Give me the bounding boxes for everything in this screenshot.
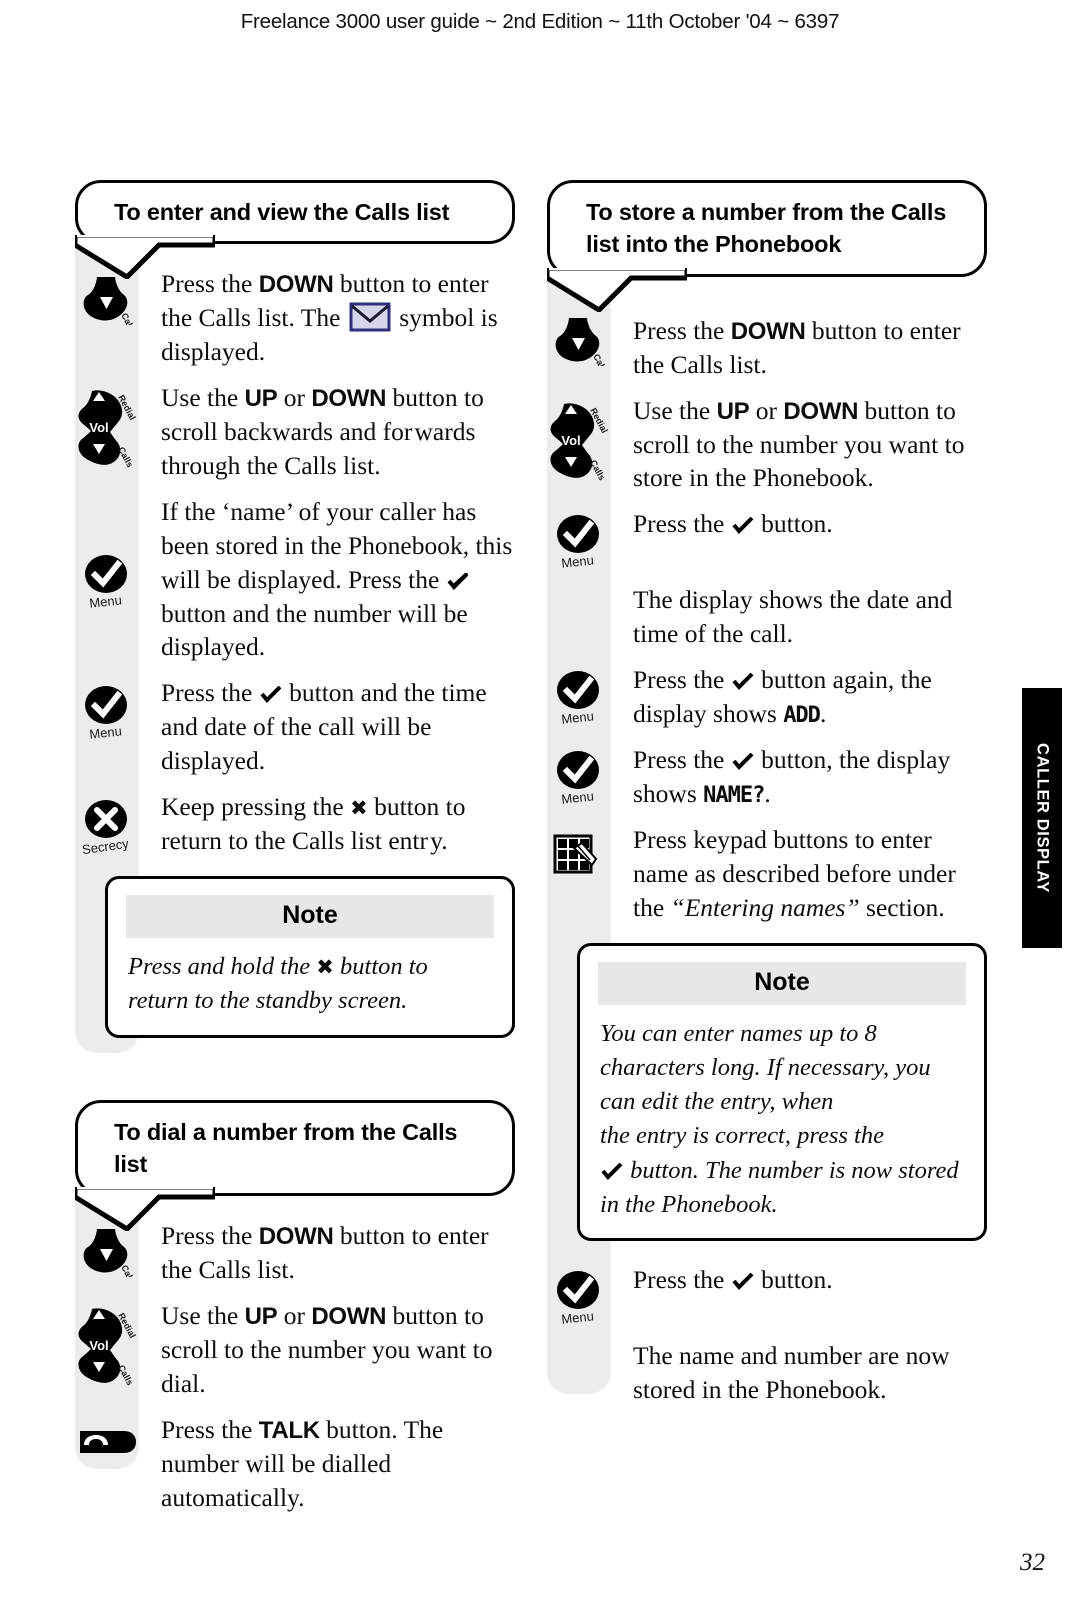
section-heading-store-number-phonebook: To store a number from the Calls list in… bbox=[547, 180, 987, 312]
bubble-tail-icon bbox=[547, 267, 687, 312]
note-title: Note bbox=[598, 961, 966, 1005]
step-text: Use the UP or DOWN button to scroll to t… bbox=[161, 1301, 493, 1398]
svg-text:Menu: Menu bbox=[561, 1309, 595, 1327]
svg-text:Menu: Menu bbox=[89, 724, 123, 742]
step-icon-empty bbox=[547, 583, 611, 589]
heading-text: To store a number from the Calls list in… bbox=[586, 199, 947, 258]
section-heading-enter-view-calls-list: To enter and view the Calls list bbox=[75, 180, 515, 280]
svg-text:Menu: Menu bbox=[89, 592, 123, 610]
heading-text: To dial a number from the Calls list bbox=[114, 1118, 458, 1177]
svg-text:Vol: Vol bbox=[89, 420, 108, 435]
step-item: Menu Press the button. bbox=[547, 1263, 987, 1327]
section-heading-dial-number-calls-list: To dial a number from the Calls list bbox=[75, 1099, 515, 1232]
note-text: You can enter names up to 8 characters l… bbox=[600, 1019, 959, 1219]
svg-text:Secrecy: Secrecy bbox=[81, 836, 130, 856]
step-item: Menu If the ‘name’ of your caller has be… bbox=[75, 495, 515, 665]
step-item: The display shows the date and time of t… bbox=[547, 583, 987, 651]
note-box-name-length: Note You can enter names up to 8 charact… bbox=[577, 942, 987, 1242]
note-title: Note bbox=[126, 894, 494, 938]
x-glyph-icon: ✖ bbox=[316, 954, 334, 979]
check-glyph-icon bbox=[601, 1156, 623, 1180]
step-item: Menu Press the button and the time and d… bbox=[75, 676, 515, 778]
note-text: Press and hold the ✖ button to return to… bbox=[128, 952, 428, 1015]
secrecy-x-icon[interactable]: Secrecy bbox=[75, 790, 139, 856]
envelope-icon bbox=[349, 302, 391, 332]
step-item: Vol Redial Calls Use the UP or DOWN butt… bbox=[75, 1299, 515, 1401]
bubble-tail-icon bbox=[75, 235, 215, 280]
step-text: Keep pressing the ✖ button to return to … bbox=[161, 792, 466, 856]
bubble-tail-icon bbox=[75, 1187, 215, 1232]
page-header: Freelance 3000 user guide ~ 2nd Edition … bbox=[240, 10, 840, 33]
check-glyph-icon bbox=[732, 665, 754, 691]
step-text: Press the TALK button. The number will b… bbox=[161, 1414, 444, 1512]
step-item: Vol Redial Calls Use the UP or DOWN butt… bbox=[75, 381, 515, 483]
check-glyph-icon bbox=[732, 745, 754, 770]
step-item: Calls Press the DOWN button to enter the… bbox=[547, 300, 987, 382]
check-glyph-icon bbox=[447, 565, 469, 590]
step-item: Menu Press the button. bbox=[547, 507, 987, 571]
step-text: Use the UP or DOWN button to scroll to t… bbox=[633, 395, 965, 493]
keypad-icon[interactable] bbox=[547, 823, 611, 877]
svg-text:Calls: Calls bbox=[116, 1363, 135, 1387]
steps-enter-view-calls-list: Calls Press the DOWN button to enter the… bbox=[75, 241, 515, 1054]
steps-dial-number-calls-list: Calls Press the DOWN button to enter the… bbox=[75, 1193, 515, 1514]
menu-check-icon[interactable]: Menu bbox=[75, 676, 139, 742]
step-text: Press the button, the display shows NAME… bbox=[633, 745, 951, 808]
menu-check-icon[interactable]: Menu bbox=[547, 663, 611, 727]
step-text: Press keypad buttons to enter name as de… bbox=[633, 824, 956, 922]
step-text: Use the UP or DOWN button to scroll back… bbox=[161, 383, 484, 480]
talk-button-icon[interactable] bbox=[75, 1413, 139, 1465]
page-number: 32 bbox=[1020, 1549, 1045, 1576]
step-text: The name and number are now stored in th… bbox=[633, 1341, 950, 1405]
step-item: The name and number are now stored in th… bbox=[547, 1339, 987, 1407]
svg-text:Calls: Calls bbox=[588, 458, 607, 482]
right-column: To store a number from the Calls list in… bbox=[547, 180, 987, 1419]
menu-check-icon[interactable]: Menu bbox=[547, 1263, 611, 1327]
menu-check-icon[interactable]: Menu bbox=[547, 743, 611, 807]
step-text: Press the button. bbox=[633, 509, 833, 539]
step-text: Press the button and the time and date o… bbox=[161, 678, 487, 776]
steps-store-number-phonebook: Calls Press the DOWN button to enter the… bbox=[547, 273, 987, 1407]
step-item: Secrecy Keep pressing the ✖ button to re… bbox=[75, 790, 515, 858]
step-icon-empty bbox=[547, 1339, 611, 1345]
step-text: Press the button. bbox=[633, 1265, 833, 1295]
menu-check-icon[interactable]: Menu bbox=[75, 495, 139, 611]
step-item: Press keypad buttons to enter name as de… bbox=[547, 823, 987, 925]
entering-names-reference: “Entering names” bbox=[670, 892, 860, 922]
svg-text:Menu: Menu bbox=[561, 553, 595, 571]
step-item: Vol Redial Calls Use the UP or DOWN butt… bbox=[547, 394, 987, 496]
svg-text:Calls: Calls bbox=[116, 445, 135, 469]
step-item: Press the TALK button. The number will b… bbox=[75, 1413, 515, 1515]
vol-rocker-icon[interactable]: Vol Redial Calls bbox=[547, 394, 611, 484]
lcd-text-add: ADD bbox=[783, 703, 821, 729]
step-text: Press the DOWN button to enter the Calls… bbox=[633, 315, 961, 379]
svg-text:Vol: Vol bbox=[561, 433, 580, 448]
vol-rocker-icon[interactable]: Vol Redial Calls bbox=[75, 1299, 139, 1389]
step-text: Press the DOWN button to enter the Calls… bbox=[161, 269, 498, 367]
check-glyph-icon bbox=[732, 1265, 754, 1291]
step-item: Menu Press the button, the display shows… bbox=[547, 743, 987, 811]
svg-text:Vol: Vol bbox=[89, 1338, 108, 1353]
step-text: The display shows the date and time of t… bbox=[633, 585, 953, 649]
step-item: Menu Press the button again, the display… bbox=[547, 663, 987, 731]
step-text: Press the button again, the display show… bbox=[633, 665, 932, 729]
side-tab-label: CALLER DISPLAY bbox=[1033, 743, 1052, 893]
check-glyph-icon bbox=[260, 678, 282, 704]
step-item: Calls Press the DOWN button to enter the… bbox=[75, 267, 515, 369]
side-tab-caller-display: CALLER DISPLAY bbox=[1022, 688, 1062, 948]
lcd-text-name: NAME? bbox=[703, 782, 765, 808]
note-box-standby: Note Press and hold the ✖ button to retu… bbox=[105, 875, 515, 1038]
left-column: To enter and view the Calls list Calls P… bbox=[75, 180, 515, 1527]
svg-text:Menu: Menu bbox=[561, 788, 595, 806]
vol-rocker-icon[interactable]: Vol Redial Calls bbox=[75, 381, 139, 471]
svg-text:Menu: Menu bbox=[561, 709, 595, 727]
menu-check-icon[interactable]: Menu bbox=[547, 507, 611, 571]
step-text: If the ‘name’ of your caller has been st… bbox=[161, 496, 513, 662]
heading-text: To enter and view the Calls list bbox=[114, 199, 450, 225]
check-glyph-icon bbox=[732, 509, 754, 535]
x-glyph-icon: ✖ bbox=[350, 796, 368, 821]
